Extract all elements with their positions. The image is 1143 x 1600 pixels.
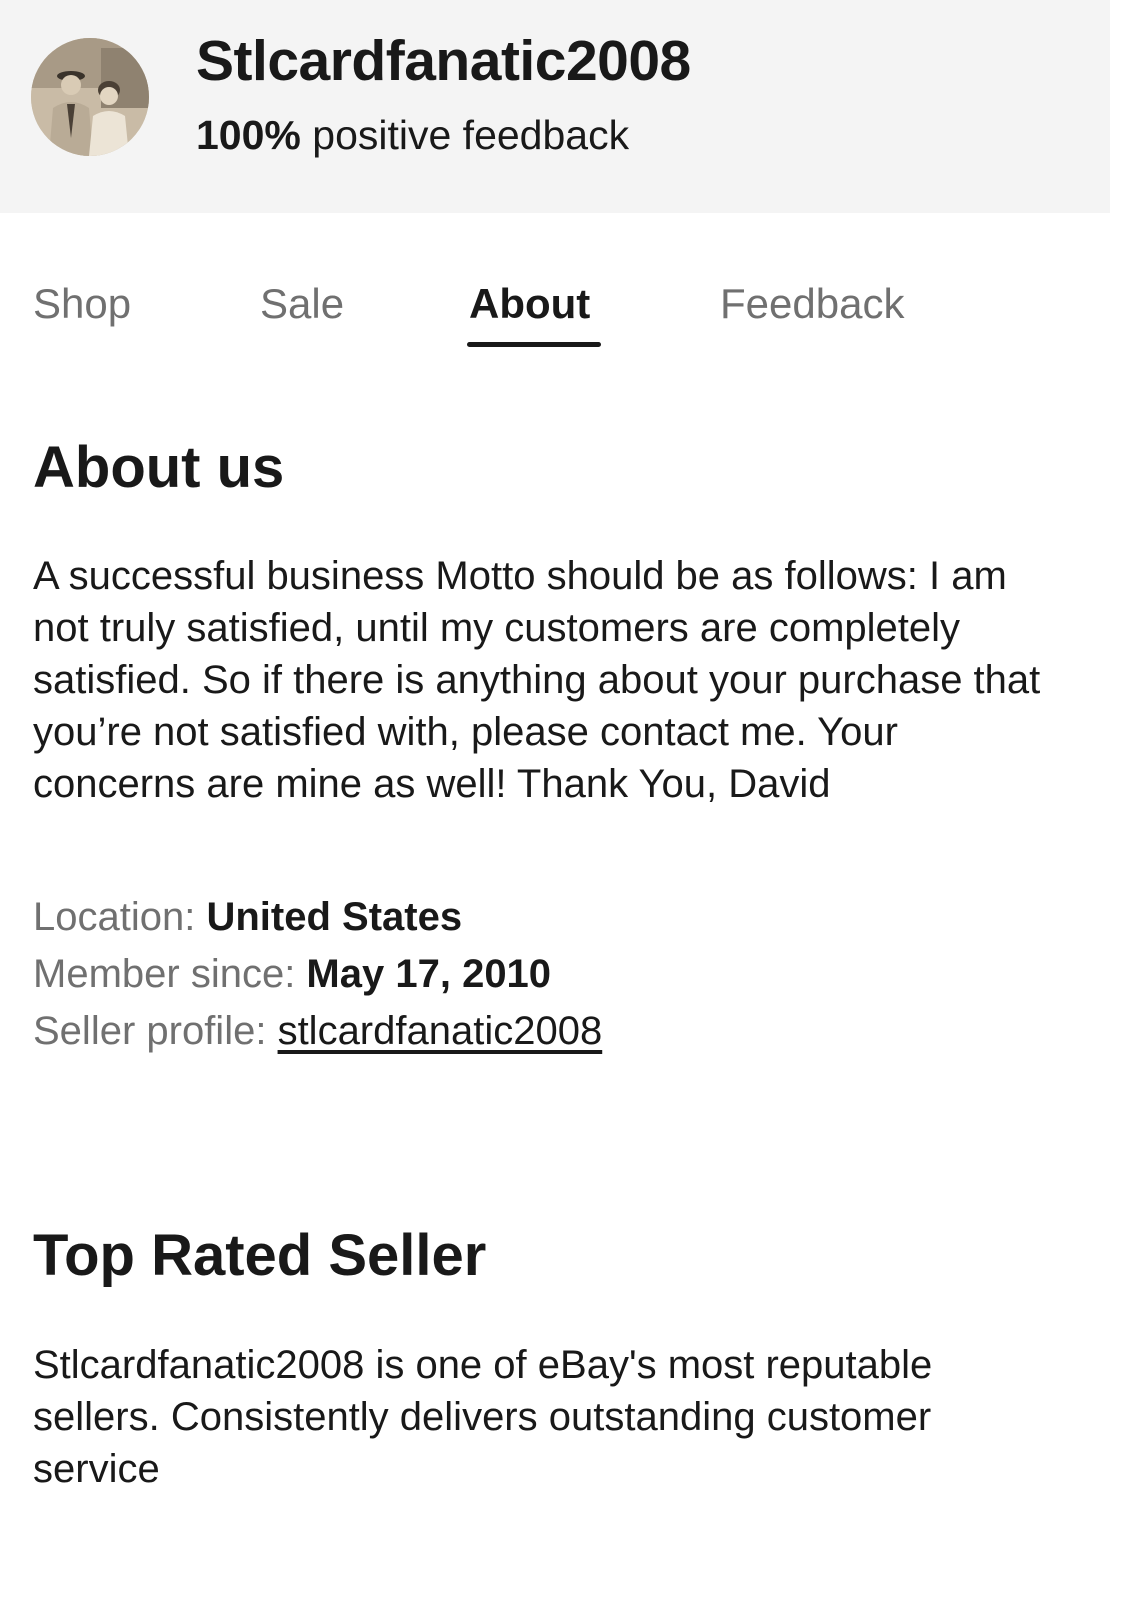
feedback-suffix: positive feedback (300, 112, 630, 158)
seller-name: Stlcardfanatic2008 (196, 29, 691, 93)
seller-profile-row: Seller profile: stlcardfanatic2008 (33, 1009, 602, 1054)
location-value: United States (206, 895, 463, 939)
member-since-label: Member since: (33, 952, 307, 996)
feedback-score: 100% positive feedback (196, 112, 629, 159)
feedback-percent: 100% (196, 112, 301, 158)
location-row: Location: United States (33, 895, 462, 940)
active-tab-indicator (467, 342, 601, 347)
top-rated-seller-description: Stlcardfanatic2008 is one of eBay's most… (33, 1343, 933, 1491)
store-tabs: Shop Sale About Feedback (0, 270, 1110, 360)
member-since-value: May 17, 2010 (306, 952, 552, 996)
tab-sale[interactable]: Sale (260, 280, 344, 328)
avatar-photo (31, 38, 149, 156)
about-us-heading: About us (33, 435, 285, 500)
store-header: Stlcardfanatic2008 100% positive feedbac… (0, 0, 1110, 213)
tab-about[interactable]: About (469, 280, 590, 328)
tab-feedback[interactable]: Feedback (720, 280, 904, 328)
seller-profile-label: Seller profile: (33, 1009, 278, 1053)
tab-shop[interactable]: Shop (33, 280, 131, 328)
location-label: Location: (33, 895, 207, 939)
avatar[interactable] (31, 38, 149, 156)
about-description: A successful business Motto should be as… (33, 554, 1041, 806)
top-rated-seller-heading: Top Rated Seller (33, 1223, 487, 1288)
seller-profile-link[interactable]: stlcardfanatic2008 (278, 1009, 603, 1053)
member-since-row: Member since: May 17, 2010 (33, 952, 551, 997)
